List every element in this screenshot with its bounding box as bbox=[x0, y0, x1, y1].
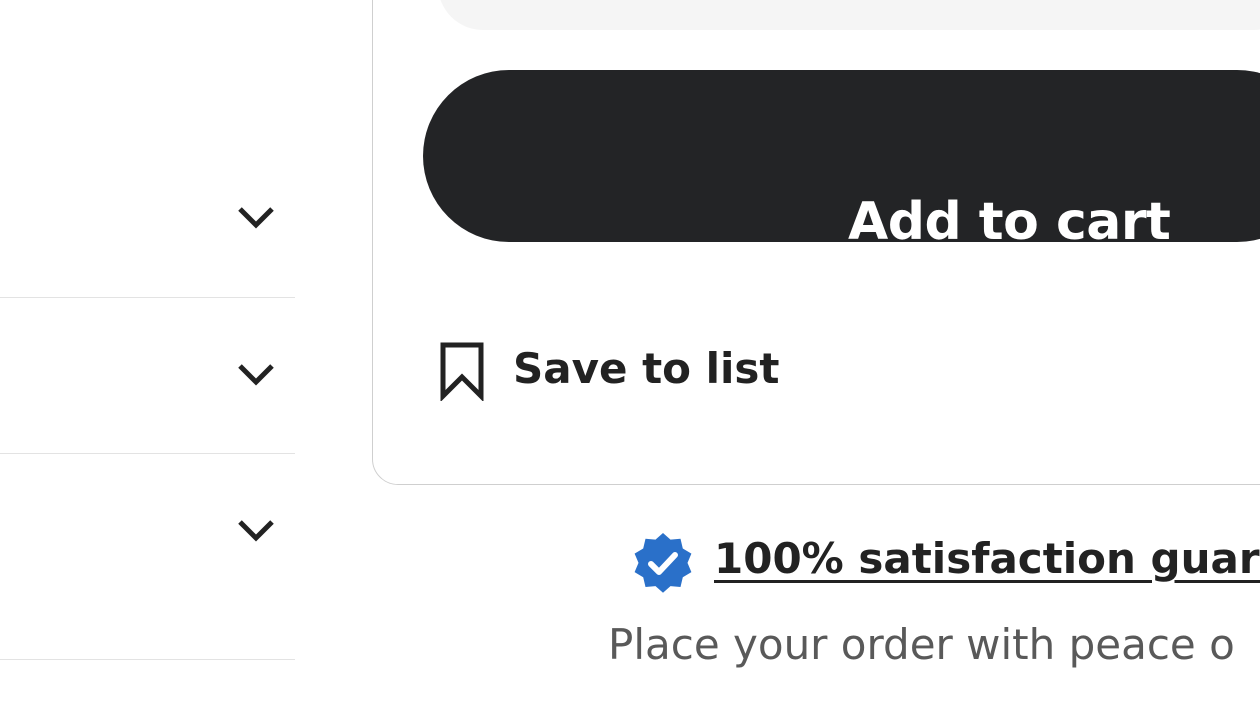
chevron-down-icon[interactable] bbox=[236, 360, 276, 390]
add-to-cart-label: Add to cart bbox=[848, 192, 1171, 252]
accordion-row-1[interactable] bbox=[0, 160, 295, 297]
save-to-list-label: Save to list bbox=[513, 344, 780, 393]
save-to-list-button[interactable]: Save to list bbox=[432, 336, 792, 406]
guarantee-description: Place your order with peace o bbox=[608, 620, 1235, 669]
add-to-cart-button[interactable]: Add to cart bbox=[423, 70, 1260, 252]
product-page: Add to cart Save to list 100% satisfacti… bbox=[0, 0, 1260, 708]
verified-badge-icon bbox=[634, 533, 692, 593]
accordion-divider bbox=[0, 659, 295, 660]
accordion-row-3[interactable] bbox=[0, 454, 295, 659]
chevron-down-icon[interactable] bbox=[236, 516, 276, 546]
accordion-row-2[interactable] bbox=[0, 298, 295, 453]
bookmark-icon bbox=[440, 342, 484, 401]
satisfaction-guarantee-link[interactable]: 100% satisfaction guara bbox=[714, 534, 1260, 583]
quantity-select-field[interactable] bbox=[438, 0, 1260, 30]
chevron-down-icon[interactable] bbox=[236, 203, 276, 233]
